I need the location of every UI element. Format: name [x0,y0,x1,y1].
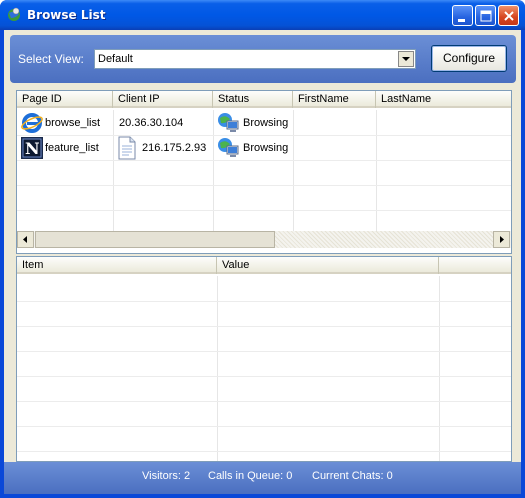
col-item[interactable]: Item [17,257,217,274]
grid-line [17,326,511,327]
grid-line [17,451,511,452]
col-last-name[interactable]: LastName [376,91,511,108]
configure-button[interactable]: Configure [431,45,507,72]
grid-line [17,301,511,302]
grid-line [376,110,377,231]
grid-line [17,376,511,377]
window-title: Browse List [27,8,106,22]
maximize-icon [480,10,492,22]
grid-line [17,426,511,427]
grid-line [17,185,511,186]
document-icon [118,136,136,160]
netscape-icon: N [21,137,43,159]
col-page-id[interactable]: Page ID [17,91,113,108]
grid-line [213,110,214,231]
client-ip-cell: 216.175.2.93 [142,142,207,154]
arrow-left-icon [23,236,27,243]
client-area: Select View: Default Configure Page ID C… [4,30,521,494]
grid-line [113,110,114,231]
grid-line [217,276,218,461]
grid-line [17,401,511,402]
title-bar[interactable]: Browse List [0,0,525,30]
grid-line [17,160,511,161]
browse-list-window: Browse List Select View: Default Configu… [0,0,525,498]
visitors-count: Visitors: 2 [142,470,191,482]
grid-line [293,110,294,231]
close-icon [504,11,514,21]
col-status[interactable]: Status [213,91,293,108]
close-button[interactable] [498,5,519,26]
col-value[interactable]: Value [217,257,439,274]
calls-in-queue: Calls in Queue: 0 [208,470,293,482]
scrollbar-thumb[interactable] [35,231,275,248]
col-client-ip[interactable]: Client IP [113,91,213,108]
scroll-left-button[interactable] [17,231,34,248]
network-computer-icon [218,138,239,157]
grid-line [17,210,511,211]
minimize-icon [458,19,465,22]
page-id-cell: browse_list [45,117,101,129]
current-chats: Current Chats: 0 [312,470,393,482]
chevron-down-icon [402,57,410,61]
dropdown-arrow-button[interactable] [398,51,414,67]
grid-line [17,351,511,352]
internet-explorer-icon [21,113,43,133]
select-view-dropdown[interactable]: Default [94,49,416,69]
visitors-list[interactable]: Page ID Client IP Status FirstName LastN… [16,90,512,254]
page-id-cell: feature_list [45,142,99,154]
status-bar: Visitors: 2 Calls in Queue: 0 Current Ch… [4,462,521,494]
scroll-right-button[interactable] [493,231,510,248]
minimize-button[interactable] [452,5,473,26]
client-ip-cell: 20.36.30.104 [119,117,184,129]
grid-line [439,276,440,461]
grid-line [17,135,511,136]
horizontal-scrollbar[interactable] [17,231,511,248]
col-first-name[interactable]: FirstName [293,91,376,108]
select-view-label: Select View: [18,52,84,66]
details-list[interactable]: Item Value [16,256,512,462]
view-toolbar: Select View: Default Configure [10,35,516,83]
svg-text:N: N [25,139,40,158]
status-cell: Browsing [243,117,289,129]
scrollbar-track[interactable] [275,231,493,248]
status-cell: Browsing [243,142,289,154]
app-globe-icon [8,7,20,21]
maximize-button[interactable] [475,5,496,26]
arrow-right-icon [500,236,504,243]
network-computer-icon [218,113,239,132]
visitors-header: Page ID Client IP Status FirstName LastN… [17,91,511,108]
select-view-value: Default [98,53,133,65]
details-header: Item Value [17,257,511,274]
